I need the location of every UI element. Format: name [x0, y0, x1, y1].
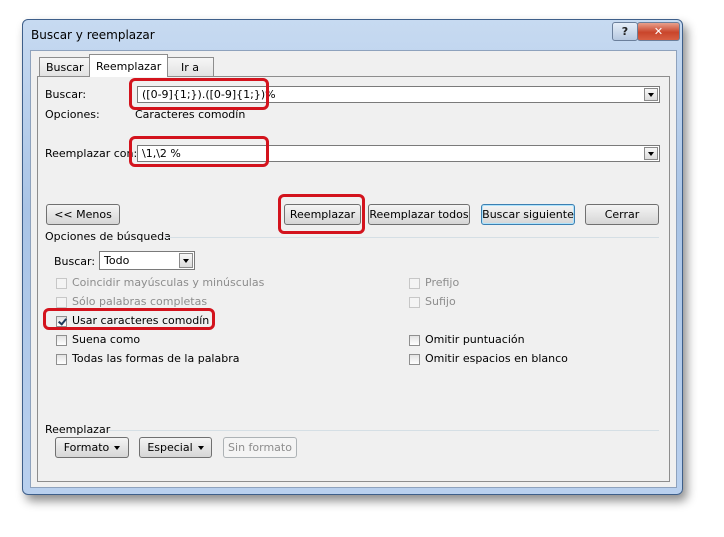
sounds-like-checkbox[interactable] — [56, 335, 67, 346]
wildcards-highlight — [43, 308, 215, 330]
help-button[interactable]: ? — [612, 22, 638, 41]
whole-words-label: Sólo palabras completas — [72, 295, 208, 308]
prefix-label: Prefijo — [425, 276, 460, 289]
ignore-whitespace-label: Omitir espacios en blanco — [425, 352, 568, 365]
dialog-client-area: Buscar Reemplazar Ir a Buscar: ([0-9]{1;… — [30, 50, 677, 488]
close-window-button[interactable]: ✕ — [637, 22, 680, 41]
tab-reemplazar[interactable]: Reemplazar — [89, 54, 169, 77]
find-label: Buscar: — [45, 88, 87, 101]
tab-buscar[interactable]: Buscar — [39, 57, 91, 76]
less-button[interactable]: << Menos — [46, 204, 120, 225]
suffix-checkbox[interactable] — [409, 297, 420, 308]
replace-label: Reemplazar con: — [45, 147, 138, 160]
replace-highlight — [129, 136, 269, 167]
sounds-like-label: Suena como — [72, 333, 141, 346]
help-icon: ? — [621, 25, 629, 38]
replace-all-button[interactable]: Reemplazar todos — [368, 204, 470, 225]
prefix-checkbox[interactable] — [409, 278, 420, 289]
chevron-down-icon[interactable] — [644, 88, 658, 101]
chevron-down-icon[interactable] — [179, 253, 193, 268]
match-case-checkbox[interactable] — [56, 278, 67, 289]
whole-words-checkbox[interactable] — [56, 297, 67, 308]
close-button[interactable]: Cerrar — [585, 204, 659, 225]
ignore-punctuation-checkbox[interactable] — [409, 335, 420, 346]
close-icon: ✕ — [653, 25, 664, 38]
all-word-forms-label: Todas las formas de la palabra — [72, 352, 240, 365]
search-direction-value: Todo — [104, 254, 130, 267]
search-direction-select[interactable]: Todo — [99, 251, 195, 270]
tab-label: Reemplazar — [96, 59, 162, 73]
tab-label: Ir a — [181, 60, 200, 74]
format-button[interactable]: Formato — [55, 437, 129, 458]
special-button[interactable]: Especial — [139, 437, 212, 458]
tab-ir-a[interactable]: Ir a — [166, 57, 215, 76]
find-replace-dialog: Buscar y reemplazar ? ✕ Buscar Reemplaza… — [22, 19, 683, 495]
find-highlight — [129, 78, 269, 110]
ignore-punctuation-label: Omitir puntuación — [425, 333, 525, 346]
find-next-button[interactable]: Buscar siguiente — [481, 204, 575, 225]
no-format-button[interactable]: Sin formato — [223, 437, 297, 458]
ignore-whitespace-checkbox[interactable] — [409, 354, 420, 365]
tab-label: Buscar — [46, 60, 84, 74]
replace-section-label: Reemplazar — [45, 423, 111, 436]
window-title: Buscar y reemplazar — [31, 28, 155, 42]
suffix-label: Sufijo — [425, 295, 456, 308]
search-options-label: Opciones de búsqueda — [45, 230, 171, 243]
all-word-forms-checkbox[interactable] — [56, 354, 67, 365]
separator — [108, 430, 659, 431]
options-label: Opciones: — [45, 108, 100, 121]
match-case-label: Coincidir mayúsculas y minúsculas — [72, 276, 265, 289]
search-direction-label: Buscar: — [54, 255, 96, 268]
special-button-label: Especial — [147, 441, 193, 454]
replace-tab-panel: Buscar: ([0-9]{1;}).([0-9]{1;})% Opcione… — [37, 76, 670, 482]
format-button-label: Formato — [63, 441, 110, 454]
separator — [164, 237, 659, 238]
chevron-down-icon[interactable] — [644, 147, 658, 160]
replace-button-highlight — [278, 194, 365, 234]
